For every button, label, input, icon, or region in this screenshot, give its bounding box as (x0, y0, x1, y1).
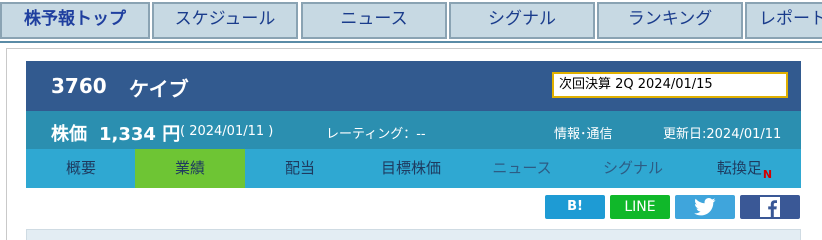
stock-sub-tabs: 概要 業績 配当 目標株価 ニュース シグナル 転換足N (26, 149, 801, 188)
facebook-share-button[interactable] (740, 195, 800, 219)
price-date: ( 2024/01/11 ) (180, 124, 274, 139)
subtab-signal[interactable]: シグナル (578, 149, 688, 188)
stock-name: ケイブ (129, 77, 189, 101)
twitter-bird-icon (694, 198, 716, 216)
tab-signal[interactable]: シグナル (449, 2, 595, 39)
nav-divider (0, 41, 822, 43)
facebook-f-icon (760, 197, 780, 217)
rating: レーティング：-- (326, 127, 426, 142)
price-row: 株価 1,334 円 ( 2024/01/11 ) レーティング：-- 情報･通… (26, 111, 801, 149)
stock-code: 3760 (51, 74, 107, 98)
twitter-share-button[interactable] (675, 195, 735, 219)
subtab-target-price[interactable]: 目標株価 (356, 149, 466, 188)
subtab-performance[interactable]: 業績 (135, 149, 245, 188)
hatena-bookmark-button[interactable]: B! (545, 195, 605, 219)
subtab-news[interactable]: ニュース (467, 149, 577, 188)
subtab-overview[interactable]: 概要 (26, 149, 136, 188)
new-badge: N (762, 168, 773, 181)
subtab-conversion-chart[interactable]: 転換足N (689, 149, 799, 188)
price-label: 株価 (51, 124, 87, 145)
tab-schedule[interactable]: スケジュール (152, 2, 298, 39)
sector: 情報･通信 (554, 127, 613, 142)
subtab-conversion-label: 転換足 (716, 159, 762, 177)
tab-ranking[interactable]: ランキング (597, 2, 743, 39)
updated-date: 更新日:2024/01/11 (663, 127, 782, 142)
top-navigation: 株予報トップ スケジュール ニュース シグナル ランキング レポート (0, 0, 822, 42)
tab-news[interactable]: ニュース (301, 2, 447, 39)
next-settlement-box: 次回決算 2Q 2024/01/15 (552, 72, 788, 98)
subtab-dividend[interactable]: 配当 (245, 149, 355, 188)
tab-stock-forecast-top[interactable]: 株予報トップ (0, 2, 150, 39)
stock-header: 3760 ケイブ 次回決算 2Q 2024/01/15 (26, 61, 801, 111)
line-share-button[interactable]: LINE (610, 195, 670, 219)
tab-report[interactable]: レポート (745, 2, 822, 39)
price-value: 1,334 円 (99, 124, 181, 145)
content-box (26, 229, 801, 240)
